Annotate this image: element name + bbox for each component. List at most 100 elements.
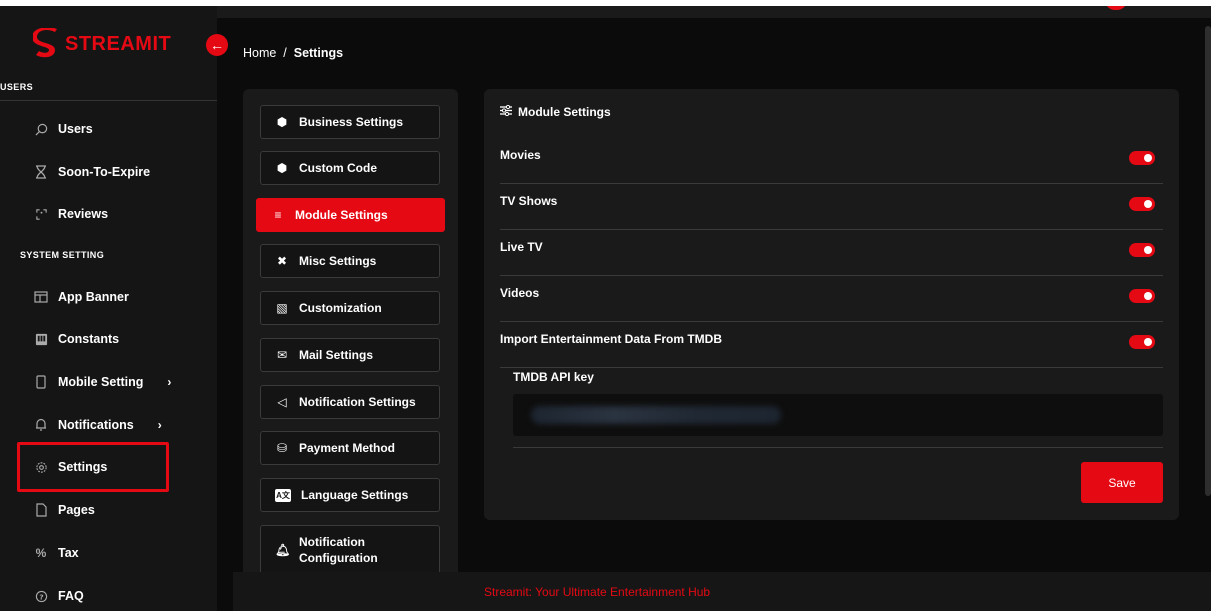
- module-settings-panel: Module Settings Movies TV Shows Live TV …: [484, 89, 1179, 520]
- search-icon: [34, 122, 48, 136]
- language-settings-button[interactable]: A文 Language Settings: [260, 478, 440, 512]
- sidebar-item-pages[interactable]: Pages: [34, 500, 95, 520]
- sidebar-item-label: Mobile Setting: [58, 375, 144, 389]
- notification-settings-button[interactable]: ◁ Notification Settings: [260, 385, 440, 419]
- chevron-right-icon: ›: [167, 375, 172, 389]
- menu-label: Language Settings: [301, 488, 409, 502]
- list-icon: ≡: [274, 208, 282, 222]
- arrow-left-icon: ←: [210, 37, 224, 53]
- system-section-heading: SYSTEM SETTING: [20, 250, 105, 260]
- sidebar-item-label: App Banner: [58, 290, 129, 304]
- sidebar-item-tax[interactable]: % Tax: [34, 543, 79, 563]
- module-row-label: TV Shows: [500, 194, 558, 208]
- misc-settings-button[interactable]: ✖ Misc Settings: [260, 244, 440, 278]
- divider: [513, 447, 1163, 448]
- module-row-tmdb-import: Import Entertainment Data From TMDB: [500, 322, 1163, 368]
- breadcrumb-separator: /: [283, 46, 287, 60]
- module-row-label: Videos: [500, 286, 540, 300]
- breadcrumb-home[interactable]: Home: [243, 46, 276, 60]
- payment-method-button[interactable]: ⛁ Payment Method: [260, 431, 440, 465]
- sidebar-item-reviews[interactable]: Reviews: [34, 204, 108, 224]
- settings-menu: ⬢ Business Settings ⬢ Custom Code ≡ Modu…: [243, 89, 458, 589]
- constants-icon: [34, 332, 48, 346]
- sidebar-item-label: Soon-To-Expire: [58, 165, 151, 179]
- top-indicator: [1105, 6, 1127, 10]
- language-icon: A文: [275, 488, 291, 502]
- sidebar-item-soon-to-expire[interactable]: Soon-To-Expire: [34, 162, 150, 182]
- sidebar-item-faq[interactable]: ? FAQ: [34, 586, 84, 606]
- menu-label: Module Settings: [295, 208, 388, 222]
- help-icon: ?: [34, 589, 48, 603]
- module-row-label: Live TV: [500, 240, 543, 254]
- breadcrumb: Home / Settings: [243, 46, 343, 60]
- module-row-videos: Videos: [500, 276, 1163, 322]
- videos-toggle[interactable]: [1129, 289, 1155, 303]
- cube-icon: ⬢: [276, 161, 288, 175]
- bell-icon: 🔔︎: [275, 543, 291, 557]
- movies-toggle[interactable]: [1129, 151, 1155, 165]
- save-button[interactable]: Save: [1081, 462, 1163, 503]
- panel-title-text: Module Settings: [518, 105, 611, 119]
- streamit-logo-icon: [33, 28, 57, 58]
- tv-shows-toggle[interactable]: [1129, 197, 1155, 211]
- module-row-label: Movies: [500, 148, 541, 162]
- menu-label: Misc Settings: [299, 254, 377, 268]
- sidebar-item-mobile-setting[interactable]: Mobile Setting ›: [34, 372, 171, 392]
- sidebar-item-label: FAQ: [58, 589, 84, 603]
- live-tv-toggle[interactable]: [1129, 243, 1155, 257]
- footer: Streamit: Your Ultimate Entertainment Hu…: [233, 572, 1211, 611]
- customization-button[interactable]: ▧ Customization: [260, 291, 440, 325]
- sidebar-item-label: Users: [58, 122, 93, 136]
- coins-icon: ⛁: [276, 441, 288, 455]
- sidebar-collapse-button[interactable]: ←: [206, 34, 228, 56]
- tools-icon: ✖: [276, 254, 288, 268]
- tmdb-api-key-label: TMDB API key: [513, 370, 594, 384]
- sidebar-item-label: Tax: [58, 546, 79, 560]
- business-settings-button[interactable]: ⬢ Business Settings: [260, 105, 440, 139]
- mobile-icon: [34, 375, 48, 389]
- module-row-label: Import Entertainment Data From TMDB: [500, 332, 723, 346]
- custom-code-button[interactable]: ⬢ Custom Code: [260, 151, 440, 185]
- menu-label: Custom Code: [299, 161, 377, 175]
- megaphone-icon: ◁: [277, 395, 287, 409]
- mail-settings-button[interactable]: ✉ Mail Settings: [260, 338, 440, 372]
- bell-icon: [34, 418, 48, 432]
- top-bar: [217, 6, 1211, 18]
- notification-configuration-button[interactable]: 🔔︎ Notification Configuration: [260, 525, 440, 575]
- sidebar-item-label: Notifications: [58, 418, 134, 432]
- module-row-movies: Movies: [500, 138, 1163, 184]
- tmdb-api-key-input[interactable]: [513, 394, 1163, 436]
- brand-logo[interactable]: STREAMIT: [33, 28, 171, 60]
- footer-text: Streamit: Your Ultimate Entertainment Hu…: [484, 584, 711, 599]
- sidebar-item-constants[interactable]: Constants: [34, 329, 119, 349]
- sidebar-item-users[interactable]: Users: [34, 119, 93, 139]
- sidebar: STREAMIT USERS Users Soon-To-Expire Revi…: [0, 6, 217, 611]
- menu-label: Business Settings: [299, 115, 404, 129]
- review-icon: [34, 207, 48, 221]
- module-row-tv-shows: TV Shows: [500, 184, 1163, 230]
- chevron-right-icon: ›: [157, 418, 162, 432]
- module-row-live-tv: Live TV: [500, 230, 1163, 276]
- sliders-icon: [500, 104, 512, 119]
- palette-icon: ▧: [276, 301, 288, 315]
- selection-highlight: [17, 442, 169, 492]
- tmdb-import-toggle[interactable]: [1129, 335, 1155, 349]
- brand-name: STREAMIT: [65, 32, 172, 55]
- percent-icon: %: [35, 546, 47, 560]
- sidebar-item-label: Reviews: [58, 207, 109, 221]
- banner-icon: [34, 290, 48, 304]
- menu-label: Notification Configuration: [299, 535, 378, 565]
- hourglass-icon: [34, 165, 48, 179]
- menu-label: Mail Settings: [299, 348, 374, 362]
- mail-icon: ✉: [276, 348, 288, 362]
- menu-label: Payment Method: [299, 441, 396, 455]
- sidebar-item-app-banner[interactable]: App Banner: [34, 287, 129, 307]
- page-scrollbar[interactable]: [1205, 26, 1211, 496]
- app-window: STREAMIT USERS Users Soon-To-Expire Revi…: [0, 6, 1211, 611]
- menu-label: Customization: [299, 301, 382, 315]
- sidebar-item-notifications[interactable]: Notifications ›: [34, 415, 162, 435]
- svg-text:?: ?: [39, 592, 43, 601]
- module-settings-button[interactable]: ≡ Module Settings: [256, 198, 445, 232]
- cube-icon: ⬢: [276, 115, 288, 129]
- sidebar-item-label: Pages: [58, 503, 95, 517]
